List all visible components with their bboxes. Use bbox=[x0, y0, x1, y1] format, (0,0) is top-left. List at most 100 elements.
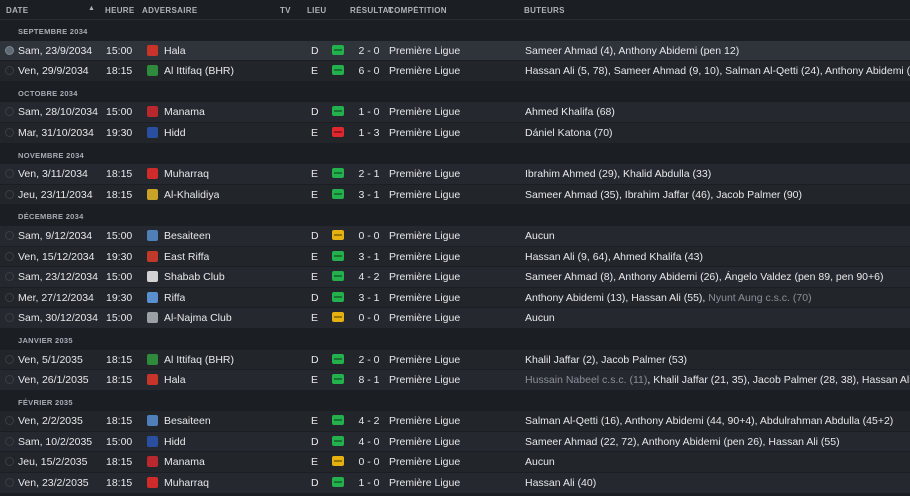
match-time: 18:15 bbox=[106, 456, 133, 469]
table-row[interactable]: Sam, 30/12/2034 15:00 Al-Najma Club E 0 - 0 P… bbox=[0, 308, 910, 329]
table-row[interactable]: Sam, 23/12/2034 15:00 Shabab Club E 4 - 2 Pre… bbox=[0, 267, 910, 288]
competition-link[interactable]: Première Ligue bbox=[389, 436, 460, 448]
row-select-checkbox[interactable] bbox=[5, 251, 14, 261]
row-select-checkbox[interactable] bbox=[5, 436, 14, 446]
header-opponent[interactable]: ADVERSAIRE bbox=[142, 6, 197, 15]
match-score[interactable]: 0 - 0 bbox=[356, 456, 382, 468]
match-score[interactable]: 2 - 0 bbox=[356, 45, 382, 57]
competition-link[interactable]: Première Ligue bbox=[389, 456, 460, 468]
match-score[interactable]: 0 - 0 bbox=[356, 312, 382, 324]
competition-link[interactable]: Première Ligue bbox=[389, 168, 460, 180]
row-select-checkbox[interactable] bbox=[5, 416, 14, 426]
match-score[interactable]: 3 - 1 bbox=[356, 251, 382, 263]
row-select-checkbox[interactable] bbox=[5, 127, 14, 137]
opponent-link[interactable]: Al Ittifaq (BHR) bbox=[164, 65, 234, 77]
table-row[interactable]: Sam, 10/2/2035 15:00 Hidd D 4 - 0 Première Li… bbox=[0, 431, 910, 453]
competition-link[interactable]: Première Ligue bbox=[389, 65, 460, 77]
table-row[interactable]: Ven, 3/11/2034 18:15 Muharraq E 2 - 1 Premièr… bbox=[0, 164, 910, 185]
opponent-link[interactable]: Muharraq bbox=[164, 477, 209, 489]
match-score[interactable]: 1 - 0 bbox=[356, 106, 382, 118]
header-scorers[interactable]: BUTEURS bbox=[524, 6, 565, 15]
competition-link[interactable]: Première Ligue bbox=[389, 106, 460, 118]
competition-link[interactable]: Première Ligue bbox=[389, 292, 460, 304]
match-score[interactable]: 0 - 0 bbox=[356, 230, 382, 242]
competition-link[interactable]: Première Ligue bbox=[389, 312, 460, 324]
row-select-checkbox[interactable] bbox=[5, 45, 14, 55]
opponent-link[interactable]: Hidd bbox=[164, 127, 186, 139]
opponent-link[interactable]: Riffa bbox=[164, 292, 185, 304]
opponent-link[interactable]: Hidd bbox=[164, 436, 186, 448]
result-badge-icon bbox=[332, 374, 344, 385]
opponent-link[interactable]: Shabab Club bbox=[164, 271, 225, 283]
competition-link[interactable]: Première Ligue bbox=[389, 45, 460, 57]
row-select-checkbox[interactable] bbox=[5, 354, 14, 364]
header-time[interactable]: HEURE bbox=[105, 6, 135, 15]
row-select-checkbox[interactable] bbox=[5, 457, 14, 467]
scorers-list: Aucun bbox=[525, 230, 910, 242]
table-row[interactable]: Ven, 26/1/2035 18:15 Hala E 8 - 1 Première Li… bbox=[0, 370, 910, 391]
opponent-link[interactable]: Al Ittifaq (BHR) bbox=[164, 354, 234, 366]
table-row[interactable]: Jeu, 23/11/2034 18:15 Al-Khalidiya E 3 - 1 Pr… bbox=[0, 184, 910, 206]
row-select-checkbox[interactable] bbox=[5, 230, 14, 240]
match-score[interactable]: 6 - 0 bbox=[356, 65, 382, 77]
header-tv[interactable]: TV bbox=[280, 6, 291, 15]
table-row[interactable]: Ven, 5/1/2035 18:15 Al Ittifaq (BHR) D 2 - 0… bbox=[0, 349, 910, 371]
row-select-checkbox[interactable] bbox=[5, 292, 14, 302]
competition-link[interactable]: Première Ligue bbox=[389, 251, 460, 263]
header-venue[interactable]: LIEU bbox=[307, 6, 326, 15]
match-score[interactable]: 3 - 1 bbox=[356, 292, 382, 304]
match-score[interactable]: 4 - 2 bbox=[356, 271, 382, 283]
table-row[interactable]: Ven, 29/9/2034 18:15 Al Ittifaq (BHR) E 6 - … bbox=[0, 61, 910, 82]
competition-link[interactable]: Première Ligue bbox=[389, 477, 460, 489]
match-score[interactable]: 8 - 1 bbox=[356, 374, 382, 386]
result-badge-icon bbox=[332, 229, 344, 240]
competition-link[interactable]: Première Ligue bbox=[389, 374, 460, 386]
header-result[interactable]: RÉSULTAT bbox=[350, 6, 393, 15]
row-select-checkbox[interactable] bbox=[5, 169, 14, 179]
table-row[interactable]: Jeu, 15/2/2035 18:15 Manama E 0 - 0 Première … bbox=[0, 452, 910, 474]
competition-link[interactable]: Première Ligue bbox=[389, 189, 460, 201]
opponent-link[interactable]: East Riffa bbox=[164, 251, 209, 263]
opponent-link[interactable]: Manama bbox=[164, 456, 205, 468]
row-select-checkbox[interactable] bbox=[5, 375, 14, 385]
row-select-checkbox[interactable] bbox=[5, 272, 14, 282]
table-row[interactable]: Mer, 27/12/2034 19:30 Riffa D 3 - 1 Première … bbox=[0, 287, 910, 309]
table-row[interactable]: Sam, 28/10/2034 15:00 Manama D 1 - 0 Première… bbox=[0, 102, 910, 123]
opponent-link[interactable]: Besaiteen bbox=[164, 230, 211, 242]
opponent-link[interactable]: Hala bbox=[164, 45, 186, 57]
competition-link[interactable]: Première Ligue bbox=[389, 354, 460, 366]
opponent-link[interactable]: Al-Najma Club bbox=[164, 312, 232, 324]
match-score[interactable]: 1 - 3 bbox=[356, 127, 382, 139]
row-select-checkbox[interactable] bbox=[5, 478, 14, 488]
match-score[interactable]: 2 - 1 bbox=[356, 168, 382, 180]
header-date[interactable]: DATE bbox=[6, 6, 28, 15]
table-row[interactable]: Ven, 15/12/2034 19:30 East Riffa E 3 - 1 Prem… bbox=[0, 246, 910, 268]
opponent-link[interactable]: Al-Khalidiya bbox=[164, 189, 219, 201]
competition-link[interactable]: Première Ligue bbox=[389, 127, 460, 139]
opponent-link[interactable]: Hala bbox=[164, 374, 186, 386]
header-competition[interactable]: COMPÉTITION bbox=[388, 6, 447, 15]
competition-link[interactable]: Première Ligue bbox=[389, 271, 460, 283]
match-score[interactable]: 1 - 0 bbox=[356, 477, 382, 489]
table-row[interactable]: Ven, 23/2/2035 18:15 Muharraq D 1 - 0 Premièr… bbox=[0, 473, 910, 494]
table-row[interactable]: Sam, 23/9/2034 15:00 Hala D 2 - 0 Première Li… bbox=[0, 40, 910, 62]
match-score[interactable]: 2 - 0 bbox=[356, 354, 382, 366]
match-score[interactable]: 4 - 2 bbox=[356, 415, 382, 427]
row-select-checkbox[interactable] bbox=[5, 313, 14, 323]
row-select-checkbox[interactable] bbox=[5, 66, 14, 76]
match-score[interactable]: 4 - 0 bbox=[356, 436, 382, 448]
opponent-link[interactable]: Besaiteen bbox=[164, 415, 211, 427]
sort-ascending-icon[interactable]: ▲ bbox=[88, 5, 95, 12]
row-select-checkbox[interactable] bbox=[5, 107, 14, 117]
table-row[interactable]: Mar, 31/10/2034 19:30 Hidd E 1 - 3 Première L… bbox=[0, 122, 910, 144]
opponent-link[interactable]: Manama bbox=[164, 106, 205, 118]
competition-link[interactable]: Première Ligue bbox=[389, 415, 460, 427]
table-row[interactable]: Sam, 9/12/2034 15:00 Besaiteen D 0 - 0 Premiè… bbox=[0, 225, 910, 247]
competition-link[interactable]: Première Ligue bbox=[389, 230, 460, 242]
result-badge-icon bbox=[332, 456, 344, 467]
row-select-checkbox[interactable] bbox=[5, 189, 14, 199]
opponent-link[interactable]: Muharraq bbox=[164, 168, 209, 180]
club-crest-icon bbox=[147, 271, 158, 283]
match-score[interactable]: 3 - 1 bbox=[356, 189, 382, 201]
table-row[interactable]: Ven, 2/2/2035 18:15 Besaiteen E 4 - 2 Premièr… bbox=[0, 411, 910, 432]
